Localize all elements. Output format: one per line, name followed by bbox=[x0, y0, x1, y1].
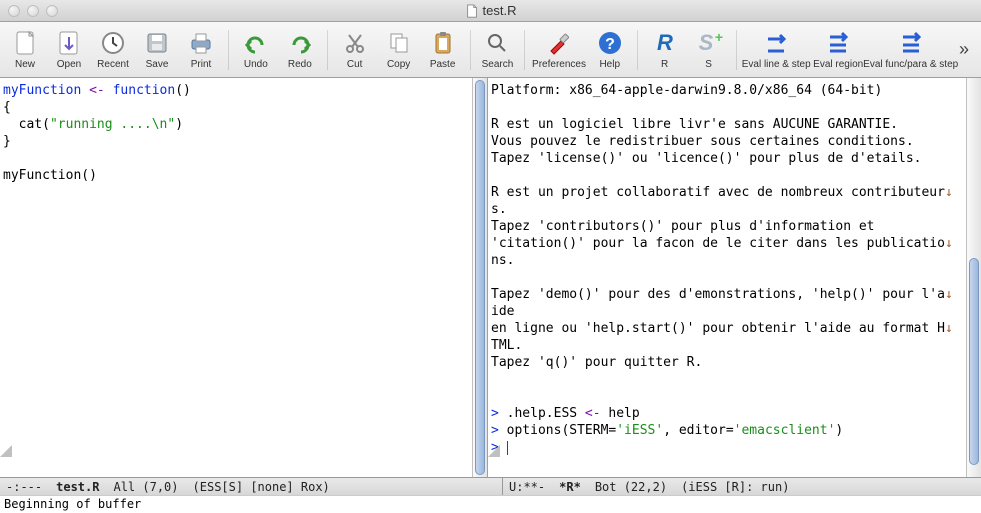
modeline-left[interactable]: -:--- test.R All (7,0) (ESS[S] [none] Ro… bbox=[0, 478, 503, 495]
r-console[interactable]: Platform: x86_64-apple-darwin9.8.0/x86_6… bbox=[488, 78, 966, 477]
paste-button[interactable]: Paste bbox=[424, 24, 462, 76]
modeline-buffer: test.R bbox=[56, 480, 99, 494]
document-icon bbox=[465, 4, 479, 18]
paste-label: Paste bbox=[430, 59, 456, 70]
save-button[interactable]: Save bbox=[138, 24, 176, 76]
redo-icon bbox=[286, 29, 314, 57]
preferences-label: Preferences bbox=[532, 59, 586, 70]
copy-button[interactable]: Copy bbox=[380, 24, 418, 76]
new-label: New bbox=[15, 59, 35, 70]
undo-label: Undo bbox=[244, 59, 268, 70]
zoom-window-button[interactable] bbox=[46, 5, 58, 17]
copy-icon bbox=[385, 29, 413, 57]
left-scrollbar[interactable] bbox=[472, 78, 487, 477]
open-file-icon bbox=[55, 29, 83, 57]
modeline-position: Bot (22,2) bbox=[595, 480, 667, 494]
preferences-button[interactable]: Preferences bbox=[533, 24, 585, 76]
minibuffer[interactable]: Beginning of buffer bbox=[0, 495, 981, 513]
eval-func-button[interactable]: Eval func/para & step bbox=[868, 24, 953, 76]
s-button[interactable]: S+ S bbox=[690, 24, 728, 76]
open-button[interactable]: Open bbox=[50, 24, 88, 76]
save-label: Save bbox=[146, 59, 169, 70]
svg-text:+: + bbox=[714, 29, 722, 45]
help-button[interactable]: ? Help bbox=[591, 24, 629, 76]
toolbar-separator bbox=[637, 30, 638, 70]
eval-line-label: Eval line & step bbox=[742, 59, 811, 70]
undo-button[interactable]: Undo bbox=[237, 24, 275, 76]
toolbar-separator bbox=[736, 30, 737, 70]
search-button[interactable]: Search bbox=[478, 24, 516, 76]
toolbar-separator bbox=[524, 30, 525, 70]
left-scroll-thumb[interactable] bbox=[475, 80, 485, 475]
save-icon bbox=[143, 29, 171, 57]
screwdriver-icon bbox=[545, 29, 573, 57]
svg-text:S: S bbox=[698, 30, 713, 55]
recent-label: Recent bbox=[97, 59, 129, 70]
eval-region-button[interactable]: Eval region bbox=[814, 24, 862, 76]
right-scrollbar[interactable] bbox=[966, 78, 981, 477]
modeline-mode: (ESS[S] [none] Rox) bbox=[193, 480, 330, 494]
pane-corner-triangle[interactable] bbox=[488, 445, 500, 457]
window-controls bbox=[8, 5, 58, 17]
modeline-mode: (iESS [R]: run) bbox=[681, 480, 789, 494]
new-button[interactable]: New bbox=[6, 24, 44, 76]
svg-text:?: ? bbox=[605, 36, 615, 53]
svg-text:R: R bbox=[657, 30, 673, 55]
print-button[interactable]: Print bbox=[182, 24, 220, 76]
modeline-row: -:--- test.R All (7,0) (ESS[S] [none] Ro… bbox=[0, 477, 981, 495]
minibuffer-text: Beginning of buffer bbox=[4, 497, 141, 511]
eval-func-label: Eval func/para & step bbox=[863, 59, 958, 70]
scissors-icon bbox=[341, 29, 369, 57]
toolbar-overflow[interactable]: » bbox=[959, 39, 975, 60]
modeline-buffer: *R* bbox=[559, 480, 581, 494]
modeline-position: All (7,0) bbox=[113, 480, 178, 494]
split-panes: myFunction <- function() { cat("running … bbox=[0, 78, 981, 477]
cut-label: Cut bbox=[347, 59, 363, 70]
toolbar: New Open Recent Save Print Undo Redo Cut… bbox=[0, 22, 981, 78]
source-editor[interactable]: myFunction <- function() { cat("running … bbox=[0, 78, 472, 477]
help-icon: ? bbox=[596, 29, 624, 57]
undo-icon bbox=[242, 29, 270, 57]
r-label: R bbox=[661, 59, 668, 70]
eval-region-label: Eval region bbox=[813, 59, 863, 70]
toolbar-separator bbox=[327, 30, 328, 70]
modeline-state: U:**- bbox=[509, 480, 545, 494]
print-label: Print bbox=[191, 59, 212, 70]
eval-region-icon bbox=[824, 29, 852, 57]
pane-corner-triangle[interactable] bbox=[0, 445, 12, 457]
window-titlebar: test.R bbox=[0, 0, 981, 22]
close-window-button[interactable] bbox=[8, 5, 20, 17]
r-logo-icon: R bbox=[651, 29, 679, 57]
help-label: Help bbox=[599, 59, 620, 70]
open-label: Open bbox=[57, 59, 81, 70]
modeline-state: -:--- bbox=[6, 480, 42, 494]
window-title: test.R bbox=[465, 3, 517, 18]
printer-icon bbox=[187, 29, 215, 57]
right-scroll-thumb[interactable] bbox=[969, 258, 979, 465]
magnifier-icon bbox=[483, 29, 511, 57]
toolbar-separator bbox=[228, 30, 229, 70]
s-plus-icon: S+ bbox=[695, 29, 723, 57]
cut-button[interactable]: Cut bbox=[336, 24, 374, 76]
eval-func-icon bbox=[897, 29, 925, 57]
eval-line-icon bbox=[762, 29, 790, 57]
window-title-text: test.R bbox=[483, 3, 517, 18]
new-file-icon bbox=[11, 29, 39, 57]
copy-label: Copy bbox=[387, 59, 410, 70]
redo-label: Redo bbox=[288, 59, 312, 70]
minimize-window-button[interactable] bbox=[27, 5, 39, 17]
r-button[interactable]: R R bbox=[646, 24, 684, 76]
toolbar-separator bbox=[470, 30, 471, 70]
modeline-right[interactable]: U:**- *R* Bot (22,2) (iESS [R]: run) bbox=[503, 478, 981, 495]
eval-line-button[interactable]: Eval line & step bbox=[744, 24, 808, 76]
search-label: Search bbox=[482, 59, 514, 70]
editor-pane: myFunction <- function() { cat("running … bbox=[0, 78, 488, 477]
clipboard-icon bbox=[429, 29, 457, 57]
clock-icon bbox=[99, 29, 127, 57]
console-pane: Platform: x86_64-apple-darwin9.8.0/x86_6… bbox=[488, 78, 981, 477]
recent-button[interactable]: Recent bbox=[94, 24, 132, 76]
s-label: S bbox=[705, 59, 712, 70]
redo-button[interactable]: Redo bbox=[281, 24, 319, 76]
